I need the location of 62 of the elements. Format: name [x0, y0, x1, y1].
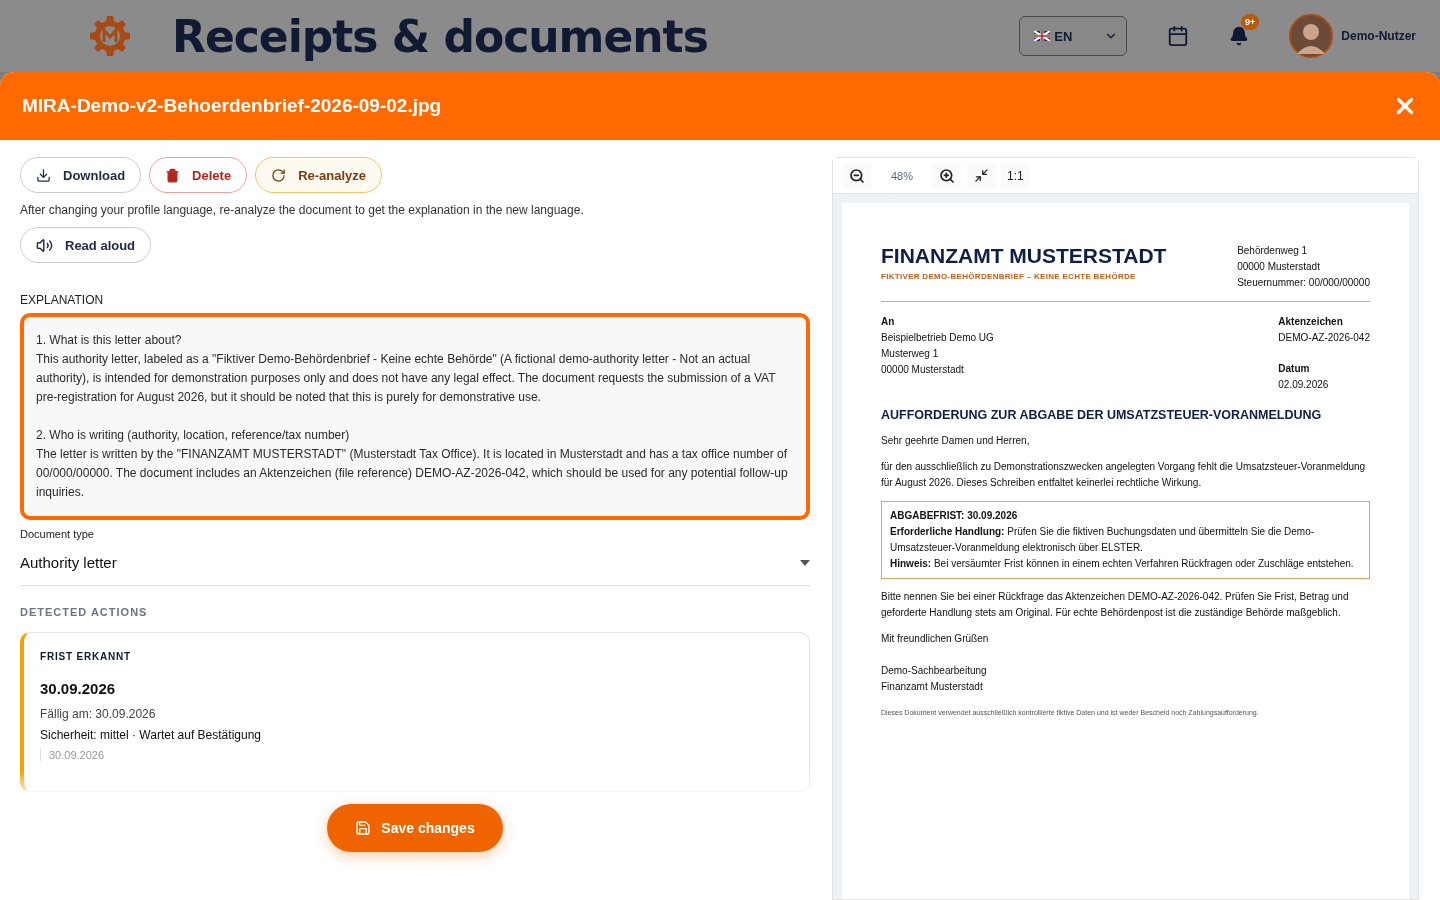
- trash-icon: [165, 167, 181, 183]
- notice-line: ABGABEFRIST: 30.09.2026: [890, 509, 1019, 523]
- sender-line: Behördenweg 1: [1237, 244, 1309, 258]
- page-title: Receipts & documents: [172, 10, 709, 62]
- speaker-icon: [36, 236, 53, 254]
- zoom-out-button[interactable]: [843, 162, 871, 189]
- status-text: Sicherheit: mittel · Wartet auf Bestätigung: [40, 728, 262, 742]
- date-label: Datum: [1278, 362, 1311, 376]
- notice-line: Erforderliche Handlung: Prüfen Sie die fiktiven Buchungsdaten und übermitteln Sie die Demo-Umsatzsteuer-Voranmeldung elektronisch über ELSTER.: [890, 525, 1316, 555]
- field-label: Document type: [20, 528, 95, 540]
- document-subject: AUFFORDERUNG ZUR ABGABE DER UMSATZSTEUER-VORANMELDUNG: [881, 407, 1323, 423]
- salutation: Sehr geehrte Damen und Herren,: [881, 434, 1031, 448]
- avatar[interactable]: [1289, 14, 1334, 58]
- recipient-label: An: [881, 315, 896, 329]
- section-label: EXPLANATION: [20, 293, 105, 307]
- refresh-icon: [271, 167, 287, 183]
- document-subtitle: FIKTIVER DEMO-BEHÖRDENBRIEF – KEINE ECHTE BEHÖRDE: [881, 271, 1137, 283]
- download-button[interactable]: Download: [20, 157, 142, 193]
- fit-button[interactable]: [967, 162, 996, 189]
- section-heading: DETECTED ACTIONS: [20, 606, 149, 618]
- save-icon: [355, 820, 372, 836]
- logo-gear-icon: [88, 14, 132, 58]
- modal-title: MIRA-Demo-v2-Behoerdenbrief-2026-09-02.jpg: [22, 95, 442, 117]
- delete-button[interactable]: Delete: [149, 157, 248, 193]
- bell-icon[interactable]: [1229, 26, 1250, 46]
- collapse-icon: [973, 168, 989, 183]
- zoom-in-icon: [939, 167, 956, 184]
- date-value: 02.09.2026: [1278, 378, 1330, 392]
- notice-line: Hinweis: Bei versäumter Frist können in einem echten Verfahren Rückfragen oder Zuschläge entstehen.: [890, 557, 1355, 571]
- explanation-paragraph: 1. What is this letter about? This authority letter, labeled as a "Fiktiver Demo-Behördenbrief - Keine echte Behörde" (A fictional demo-authority letter - Not an actual authority), is intended for demonstration purposes only and does not have any legal effect. The document requests the submission of a VAT pre-registration for August 2026, but it should be noted that this is purely for demonstrative use.: [36, 332, 777, 406]
- action-date: 30.09.2026: [40, 680, 117, 697]
- hint-text: After changing your profile language, re-analyze the document to get the explanation in the new language.: [20, 203, 585, 217]
- document-title: FINANZAMT MUSTERSTADT: [881, 243, 1167, 269]
- sender-line: 00000 Musterstadt: [1237, 260, 1321, 274]
- calendar-icon[interactable]: [1167, 25, 1190, 47]
- reference-value: DEMO-AZ-2026-042: [1278, 331, 1370, 345]
- user-name[interactable]: Demo-Nutzer: [1341, 29, 1416, 43]
- action-type: FRIST ERKANNT: [40, 651, 132, 662]
- closing-paragraph: Bitte nennen Sie bei einer Rückfrage das Aktenzeichen DEMO-AZ-2026-042. Prüfen Sie Frist, Betrag und geforderte Handlung stets am Original. Für echte Behördenpost ist die zuständige Behörde maßgeblich.: [881, 590, 1350, 620]
- sender-line: Steuernummer: 00/000/00000: [1237, 276, 1370, 290]
- actual-size-button[interactable]: 1:1: [1001, 162, 1030, 189]
- signature-line: Finanzamt Musterstadt: [881, 680, 984, 694]
- language-select[interactable]: EN: [1019, 16, 1128, 56]
- explanation-paragraph: 2. Who is writing (authority, location, reference/tax number) The letter is written by the "FINANZAMT MUSTERSTADT" (Musterstadt Tax Office). It is located in Musterstadt and has a tax office number of 00/000/00000. The document includes an Aktenzeichen (file reference) DEMO-AZ-2026-042, which should be used for any potential follow-up inquiries.: [36, 427, 789, 501]
- recipient-line: 00000 Musterstadt: [881, 363, 965, 377]
- recipient-line: Beispielbetrieb Demo UG: [881, 331, 994, 345]
- read-aloud-button[interactable]: Read aloud: [20, 227, 152, 263]
- signature-line: Demo-Sachbearbeitung: [881, 664, 988, 678]
- greeting: Mit freundlichen Grüßen: [881, 632, 990, 646]
- notification-badge: 9+: [1241, 14, 1260, 30]
- flag-icon: [1034, 31, 1051, 41]
- body-paragraph: für den ausschließlich zu Demonstrationszwecken angelegten Vorgang fehlt die Umsatzsteuer-Voranmeldung für August 2026. Dieses Schreiben entfaltet keinerlei rechtliche Wirkung.: [881, 460, 1367, 490]
- due-date-text: Fällig am: 30.09.2026: [40, 707, 157, 721]
- download-icon: [36, 167, 51, 183]
- reanalyze-button[interactable]: Re-analyze: [255, 157, 383, 193]
- recipient-line: Musterweg 1: [881, 347, 940, 361]
- zoom-out-icon: [849, 167, 865, 184]
- caret-icon: [800, 559, 810, 566]
- zoom-level: 48%: [890, 169, 915, 182]
- zoom-in-button[interactable]: [933, 162, 962, 189]
- document-type-select[interactable]: Authority letter: [20, 540, 810, 586]
- reference-label: Aktenzeichen: [1278, 315, 1344, 329]
